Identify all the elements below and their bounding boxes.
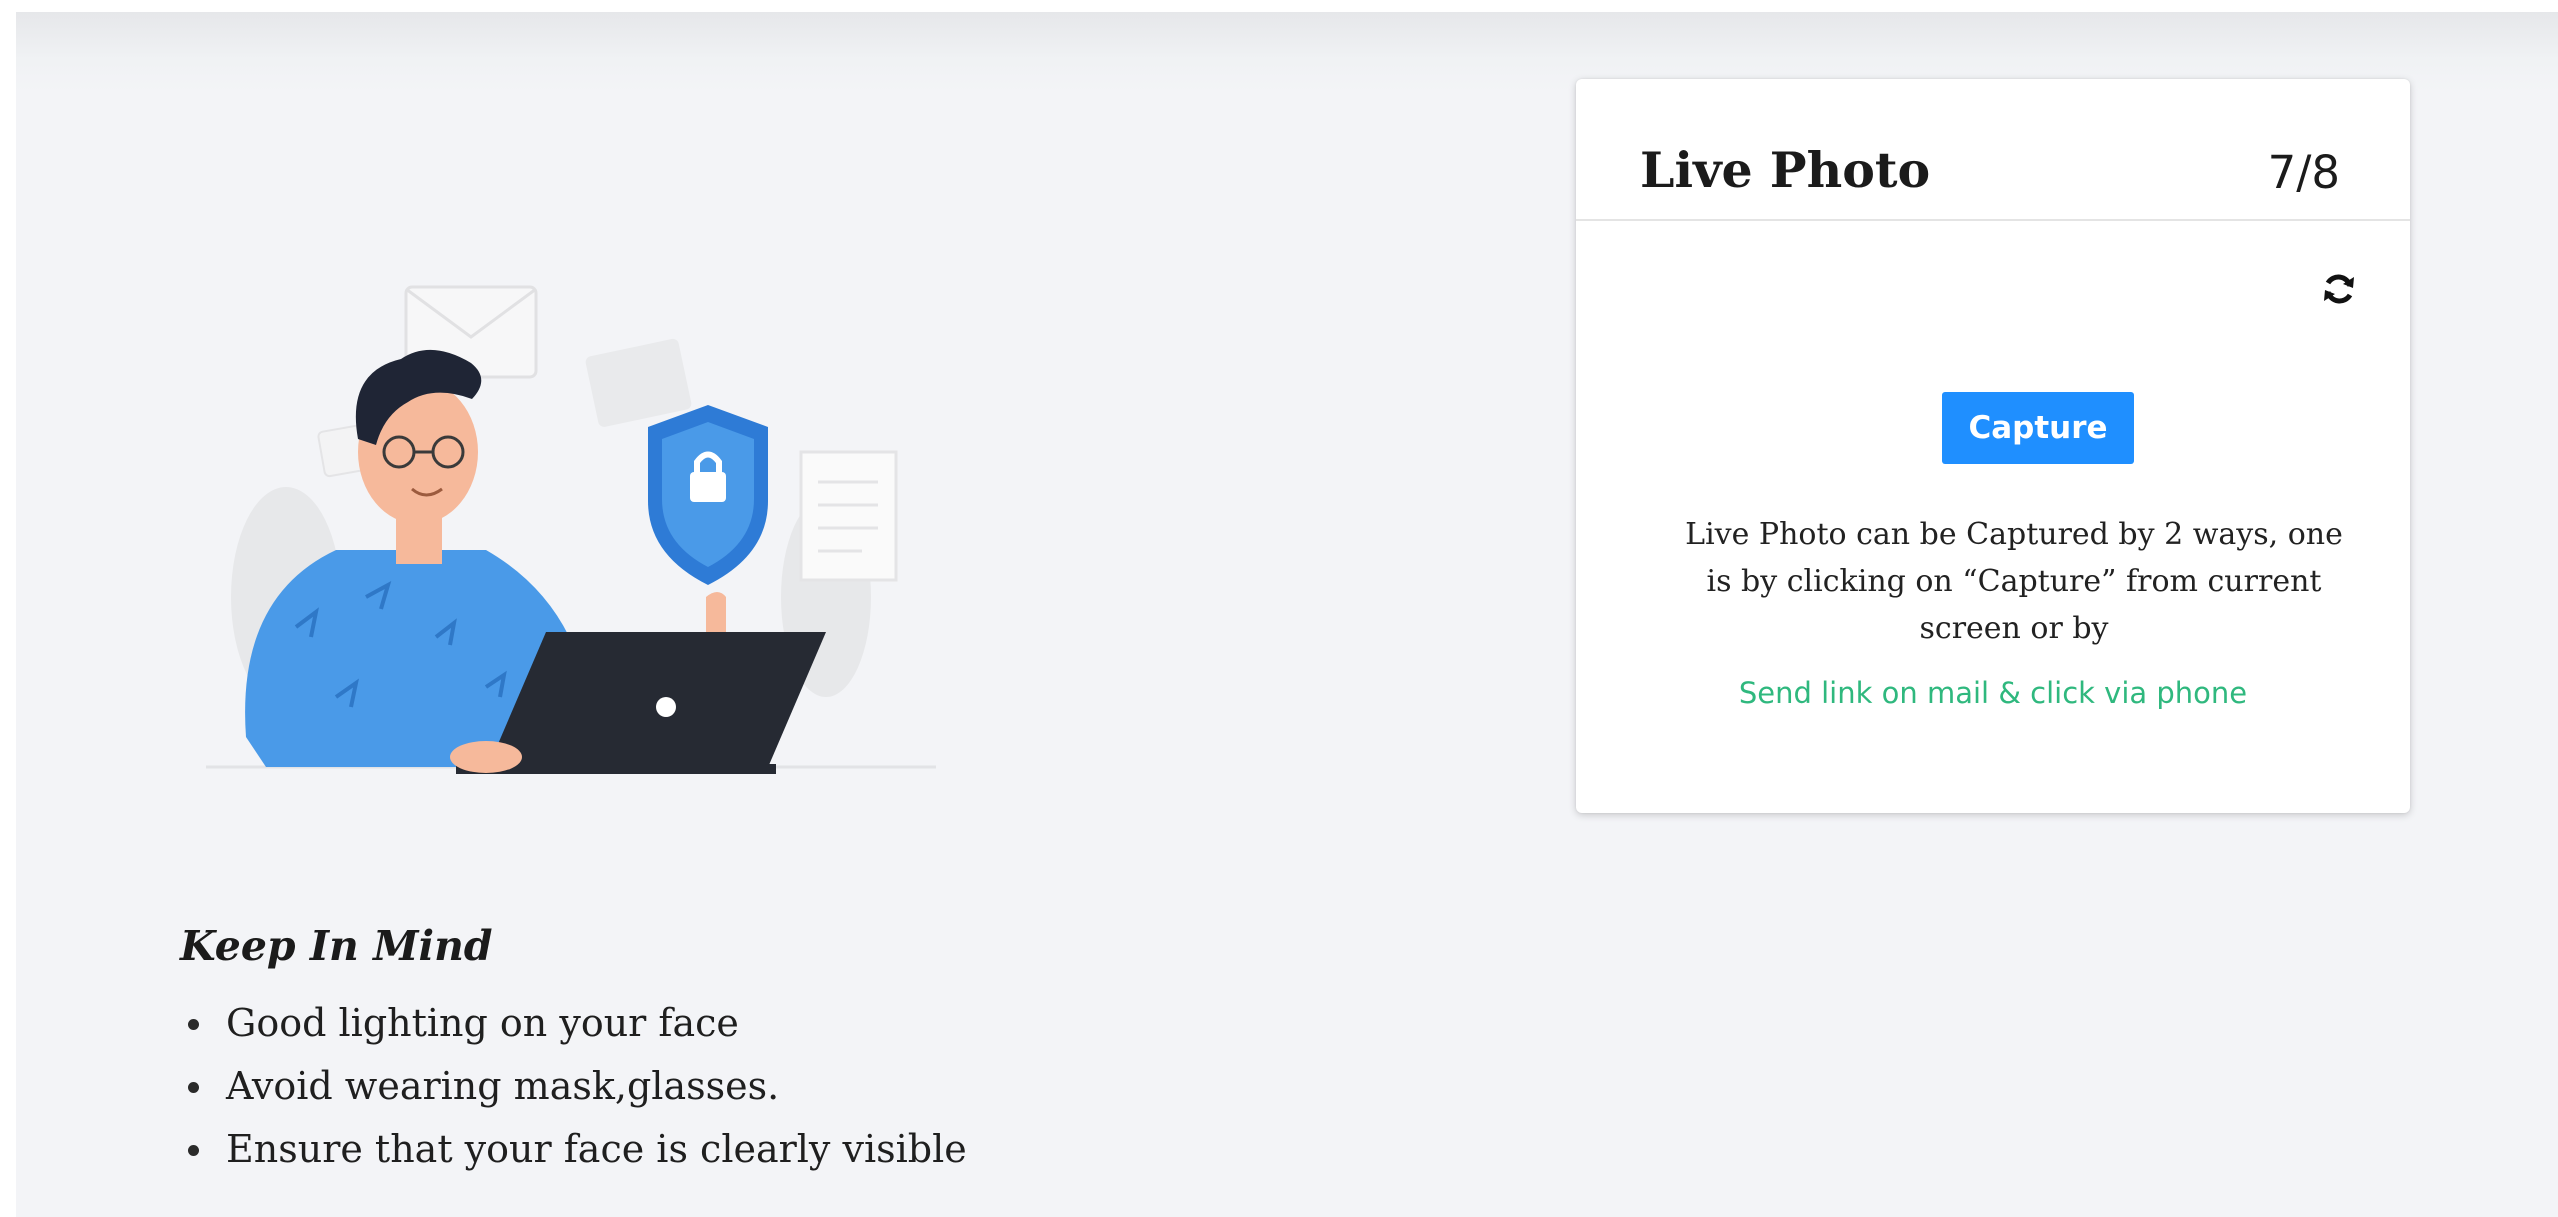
refresh-button[interactable] [2316,266,2362,312]
tips-list: Good lighting on your face Avoid wearing… [180,997,967,1186]
step-counter: 7/8 [2267,146,2340,199]
document-icon [799,450,898,582]
person-laptop-security-illustration [206,285,936,774]
page: Keep In Mind Good lighting on your face … [16,12,2558,1217]
card-title: Live Photo [1640,141,1931,199]
send-link-via-mail[interactable]: Send link on mail & click via phone [1576,676,2410,710]
card-header: Live Photo 7/8 [1576,79,2410,221]
refresh-icon [2324,274,2354,304]
list-item: Avoid wearing mask,glasses. [180,1060,967,1123]
image-icon [585,338,692,427]
live-photo-card: Live Photo 7/8 Capture Live Photo can be… [1576,79,2410,813]
keep-in-mind-title: Keep In Mind [180,922,493,970]
shield-lock-icon [648,405,768,585]
list-item: Ensure that your face is clearly visible [180,1123,967,1186]
capture-instructions: Live Photo can be Captured by 2 ways, on… [1685,517,2343,646]
capture-button[interactable]: Capture [1942,392,2134,464]
list-item: Good lighting on your face [180,997,967,1060]
